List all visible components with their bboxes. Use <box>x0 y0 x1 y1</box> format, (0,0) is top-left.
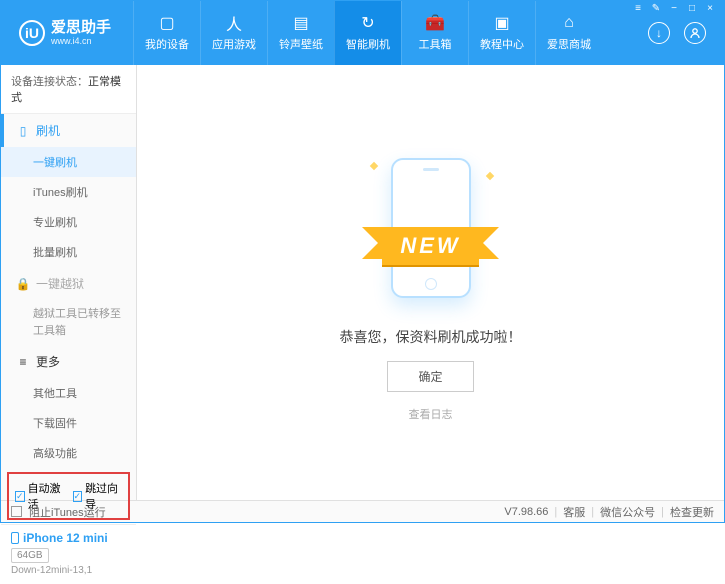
section-more-header[interactable]: ≡ 更多 <box>1 345 136 378</box>
checkbox-block-itunes[interactable]: 阻止iTunes运行 <box>11 504 106 520</box>
user-icon <box>689 27 701 39</box>
nav-tutorial[interactable]: ▣ 教程中心 <box>468 1 535 65</box>
toolbox-icon: 🧰 <box>426 14 444 32</box>
connection-status: 设备连接状态：正常模式 <box>1 65 136 114</box>
sparkle-icon <box>369 162 377 170</box>
device-capacity: 64GB <box>11 548 49 563</box>
check-label: 阻止iTunes运行 <box>29 504 106 520</box>
nav-label: 智能刷机 <box>346 36 390 52</box>
device-name: iPhone 12 mini <box>23 531 108 545</box>
nav-my-device[interactable]: ▢ 我的设备 <box>133 1 200 65</box>
nav-label: 爱思商城 <box>547 36 591 52</box>
section-title: 更多 <box>36 353 60 370</box>
menu-icon[interactable]: ≡ <box>630 3 646 17</box>
device-name-row[interactable]: iPhone 12 mini <box>11 531 126 545</box>
list-icon: ≡ <box>16 355 30 369</box>
nav-label: 教程中心 <box>480 36 524 52</box>
store-icon: ⌂ <box>560 14 578 32</box>
tutorial-icon: ▣ <box>493 14 511 32</box>
app-name: 爱思助手 <box>51 20 111 37</box>
sidebar: 设备连接状态：正常模式 ▯ 刷机 一键刷机 iTunes刷机 专业刷机 批量刷机… <box>1 65 137 500</box>
user-button[interactable] <box>684 22 706 44</box>
nav-label: 工具箱 <box>419 36 452 52</box>
jailbreak-note: 越狱工具已转移至 工具箱 <box>1 300 136 345</box>
confirm-button[interactable]: 确定 <box>387 361 473 392</box>
nav-apps-games[interactable]: 人 应用游戏 <box>200 1 267 65</box>
device-icon: ▢ <box>158 14 176 32</box>
section-flash-header[interactable]: ▯ 刷机 <box>1 114 136 147</box>
check-update-link[interactable]: 检查更新 <box>670 504 714 520</box>
nav-label: 应用游戏 <box>212 36 256 52</box>
customer-service-link[interactable]: 客服 <box>563 504 585 520</box>
nav-label: 铃声壁纸 <box>279 36 323 52</box>
apps-icon: 人 <box>225 14 243 32</box>
success-illustration: NEW <box>331 143 531 313</box>
header-right: ↓ <box>648 22 724 44</box>
view-log-link[interactable]: 查看日志 <box>409 406 453 422</box>
wechat-link[interactable]: 微信公众号 <box>600 504 655 520</box>
logo-area: iU 爱思助手 www.i4.cn <box>1 20 133 47</box>
check-icon: ✓ <box>15 491 25 502</box>
checkbox-icon <box>11 506 22 517</box>
flash-icon: ↻ <box>359 14 377 32</box>
section-title: 一键越狱 <box>36 275 84 292</box>
sidebar-item-other-tools[interactable]: 其他工具 <box>1 378 136 408</box>
sidebar-item-advanced[interactable]: 高级功能 <box>1 438 136 468</box>
app-logo-icon: iU <box>19 20 45 46</box>
nav-store[interactable]: ⌂ 爱思商城 <box>535 1 602 65</box>
download-button[interactable]: ↓ <box>648 22 670 44</box>
main-pane: NEW 恭喜您，保资料刷机成功啦！ 确定 查看日志 <box>137 65 724 500</box>
nav-smart-flash[interactable]: ↻ 智能刷机 <box>334 1 401 65</box>
minimize-icon[interactable]: − <box>666 3 682 17</box>
section-jailbreak-header: 🔒 一键越狱 <box>1 267 136 300</box>
sidebar-item-batch-flash[interactable]: 批量刷机 <box>1 237 136 267</box>
section-title: 刷机 <box>36 122 60 139</box>
version-label: V7.98.66 <box>504 506 548 518</box>
check-icon: ✓ <box>73 491 83 502</box>
nav-toolbox[interactable]: 🧰 工具箱 <box>401 1 468 65</box>
sidebar-item-oneclick-flash[interactable]: 一键刷机 <box>1 147 136 177</box>
sidebar-item-itunes-flash[interactable]: iTunes刷机 <box>1 177 136 207</box>
device-info: iPhone 12 mini 64GB Down-12mini-13,1 <box>1 524 136 584</box>
sidebar-item-pro-flash[interactable]: 专业刷机 <box>1 207 136 237</box>
window-controls: ≡ ✎ − □ × <box>624 1 724 19</box>
app-header: ≡ ✎ − □ × iU 爱思助手 www.i4.cn ▢ 我的设备 人 应用游… <box>1 1 724 65</box>
sparkle-icon <box>485 172 493 180</box>
skin-icon[interactable]: ✎ <box>648 3 664 17</box>
sidebar-item-download-firmware[interactable]: 下载固件 <box>1 408 136 438</box>
new-ribbon: NEW <box>382 227 478 265</box>
maximize-icon[interactable]: □ <box>684 3 700 17</box>
conn-label: 设备连接状态： <box>11 76 88 88</box>
close-icon[interactable]: × <box>702 3 718 17</box>
app-url: www.i4.cn <box>51 36 111 46</box>
media-icon: ▤ <box>292 14 310 32</box>
lock-icon: 🔒 <box>16 277 30 291</box>
device-icon <box>11 532 19 544</box>
device-model: Down-12mini-13,1 <box>11 565 126 576</box>
nav-label: 我的设备 <box>145 36 189 52</box>
nav-ringtone-wallpaper[interactable]: ▤ 铃声壁纸 <box>267 1 334 65</box>
success-message: 恭喜您，保资料刷机成功啦！ <box>340 327 522 347</box>
top-nav: ▢ 我的设备 人 应用游戏 ▤ 铃声壁纸 ↻ 智能刷机 🧰 工具箱 ▣ 教程中心… <box>133 1 648 65</box>
phone-icon: ▯ <box>16 124 30 138</box>
